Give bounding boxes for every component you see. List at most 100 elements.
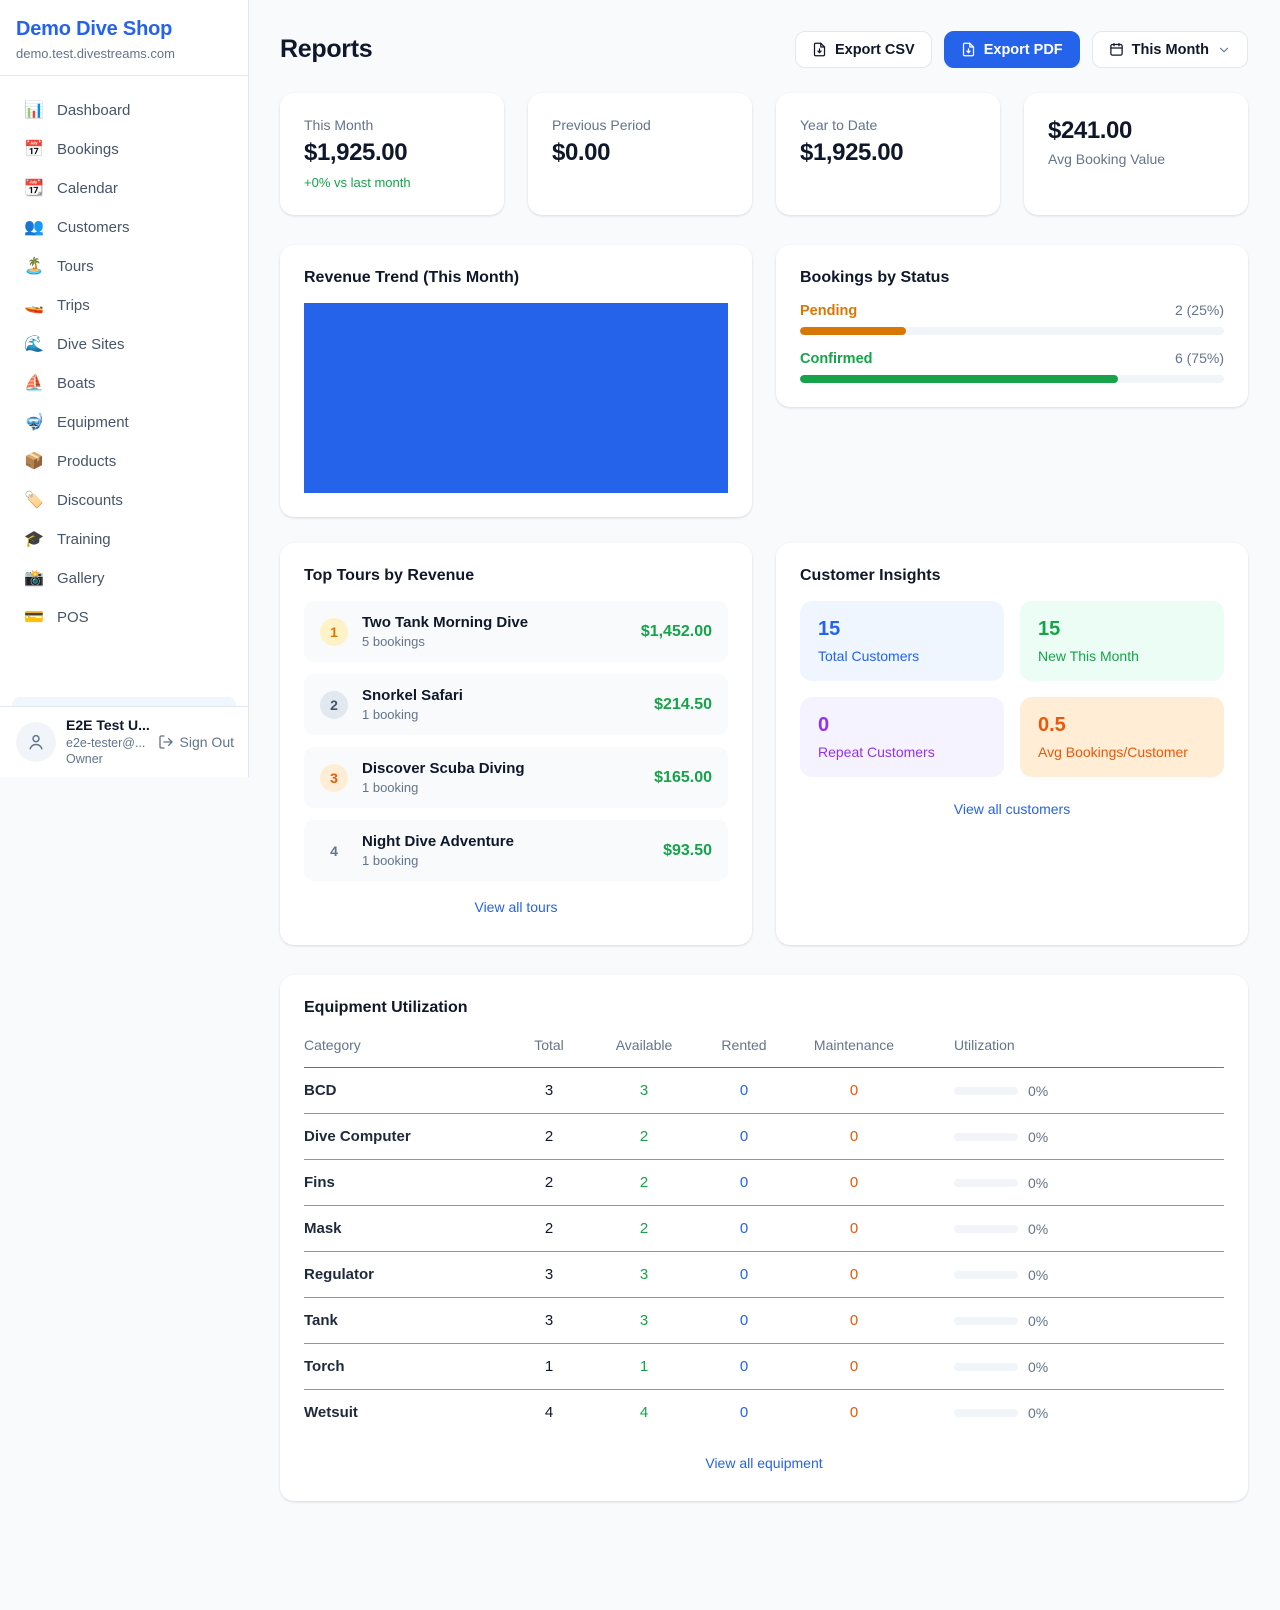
status-item: Pending 2 (25%) (800, 302, 1224, 335)
cell-available: 3 (594, 1082, 694, 1099)
customer-insights-card: Customer Insights 15 Total Customers 15 … (776, 543, 1248, 945)
page-title: Reports (280, 35, 372, 64)
tour-info: Two Tank Morning Dive 5 bookings (362, 614, 627, 649)
file-download-icon (961, 42, 976, 57)
stat-value: $1,925.00 (800, 139, 976, 167)
stat-card: Year to Date $1,925.00 (776, 93, 1000, 215)
status-row: Confirmed 6 (75%) (800, 350, 1224, 367)
tour-revenue: $165.00 (654, 769, 712, 787)
status-item: Confirmed 6 (75%) (800, 350, 1224, 383)
status-progress-fill (800, 375, 1118, 383)
period-select[interactable]: This Month (1092, 31, 1248, 68)
cell-available: 2 (594, 1220, 694, 1237)
status-label: Pending (800, 303, 857, 319)
charts-row: Revenue Trend (This Month) Bookings by S… (280, 245, 1248, 517)
sidebar-nav-item[interactable]: 👥 Customers (12, 209, 236, 246)
insight-value: 0 (818, 714, 986, 737)
tour-list-item[interactable]: 1 Two Tank Morning Dive 5 bookings $1,45… (304, 601, 728, 662)
sidebar-nav-item[interactable]: 📊 Dashboard (12, 92, 236, 129)
cell-category: Mask (304, 1220, 504, 1237)
cell-maintenance: 0 (794, 1312, 914, 1329)
nav-item-label: Discounts (57, 492, 123, 509)
chevron-down-icon (1217, 43, 1231, 57)
sidebar-nav-item[interactable]: 🏝️ Tours (12, 248, 236, 285)
cell-available: 3 (594, 1266, 694, 1283)
insight-label: Repeat Customers (818, 744, 986, 760)
cell-available: 1 (594, 1358, 694, 1375)
nav-item-icon: 📦 (24, 454, 44, 470)
stat-value: $0.00 (552, 139, 728, 167)
col-header-available: Available (594, 1037, 694, 1053)
nav-item-label: Customers (57, 219, 130, 236)
cell-rented: 0 (694, 1082, 794, 1099)
sidebar-nav-item[interactable]: 🎓 Training (12, 521, 236, 558)
sidebar-nav-item[interactable]: 📅 Bookings (12, 131, 236, 168)
utilization-percent: 0% (1028, 1313, 1048, 1329)
utilization-percent: 0% (1028, 1129, 1048, 1145)
sidebar-nav-item[interactable]: ⛵ Boats (12, 365, 236, 402)
sign-out-button[interactable]: Sign Out (158, 734, 234, 750)
nav-item-icon: 🤿 (24, 415, 44, 431)
view-all-customers-link[interactable]: View all customers (800, 795, 1224, 823)
shop-domain: demo.test.divestreams.com (16, 46, 232, 61)
cell-rented: 0 (694, 1128, 794, 1145)
cell-utilization: 0% (914, 1359, 1224, 1375)
col-header-utilization: Utilization (914, 1037, 1224, 1053)
nav-item-reports-partial[interactable] (12, 697, 236, 706)
sidebar-nav-item[interactable]: 📦 Products (12, 443, 236, 480)
revenue-trend-card: Revenue Trend (This Month) (280, 245, 752, 517)
utilization-track (954, 1271, 1018, 1279)
cell-category: BCD (304, 1082, 504, 1099)
utilization-percent: 0% (1028, 1175, 1048, 1191)
tour-list-item[interactable]: 4 Night Dive Adventure 1 booking $93.50 (304, 820, 728, 881)
sidebar-nav-item[interactable]: 🏷️ Discounts (12, 482, 236, 519)
cell-category: Dive Computer (304, 1128, 504, 1145)
tour-name: Snorkel Safari (362, 687, 640, 704)
tour-list-item[interactable]: 3 Discover Scuba Diving 1 booking $165.0… (304, 747, 728, 808)
cell-rented: 0 (694, 1358, 794, 1375)
nav-item-icon: 🚤 (24, 298, 44, 314)
export-csv-button[interactable]: Export CSV (795, 31, 932, 68)
insight-value: 0.5 (1038, 714, 1206, 737)
cell-utilization: 0% (914, 1313, 1224, 1329)
stat-value: $241.00 (1048, 117, 1224, 145)
col-header-rented: Rented (694, 1037, 794, 1053)
tour-list-item[interactable]: 2 Snorkel Safari 1 booking $214.50 (304, 674, 728, 735)
user-panel: E2E Test U... e2e-tester@... Owner Sign … (0, 706, 248, 777)
cell-rented: 0 (694, 1220, 794, 1237)
nav-item-icon: 🌊 (24, 337, 44, 353)
sidebar-nav-item[interactable]: 📸 Gallery (12, 560, 236, 597)
nav-item-icon: 🏝️ (24, 259, 44, 275)
page-header: Reports Export CSV Export PDF This Month (280, 31, 1248, 68)
cell-rented: 0 (694, 1266, 794, 1283)
sidebar-nav-item[interactable]: 📆 Calendar (12, 170, 236, 207)
view-all-tours-link[interactable]: View all tours (304, 893, 728, 921)
insight-tile: 0.5 Avg Bookings/Customer (1020, 697, 1224, 777)
stat-card: Previous Period $0.00 (528, 93, 752, 215)
rank-badge: 3 (320, 764, 348, 792)
nav-item-label: Calendar (57, 180, 118, 197)
insight-tile: 0 Repeat Customers (800, 697, 1004, 777)
view-all-equipment-link[interactable]: View all equipment (304, 1449, 1224, 1477)
cell-category: Fins (304, 1174, 504, 1191)
tour-bookings: 1 booking (362, 853, 649, 868)
sidebar-nav-item[interactable]: 💳 POS (12, 599, 236, 636)
equipment-utilization-card: Equipment Utilization Category Total Ava… (280, 975, 1248, 1501)
utilization-track (954, 1363, 1018, 1371)
cell-total: 3 (504, 1312, 594, 1329)
sidebar-nav-item[interactable]: 🤿 Equipment (12, 404, 236, 441)
export-pdf-button[interactable]: Export PDF (944, 31, 1080, 68)
cell-maintenance: 0 (794, 1266, 914, 1283)
rank-badge: 1 (320, 618, 348, 646)
utilization-track (954, 1409, 1018, 1417)
nav-item-label: Trips (57, 297, 90, 314)
stat-label: Previous Period (552, 117, 728, 133)
nav-item-icon: 🎓 (24, 532, 44, 548)
equipment-table-row: Torch 1 1 0 0 0% (304, 1344, 1224, 1390)
sidebar-nav-item[interactable]: 🚤 Trips (12, 287, 236, 324)
nav-item-icon: 📊 (24, 103, 44, 119)
sidebar-nav-item[interactable]: 🌊 Dive Sites (12, 326, 236, 363)
cell-total: 2 (504, 1174, 594, 1191)
status-label: Confirmed (800, 351, 873, 367)
utilization-percent: 0% (1028, 1083, 1048, 1099)
